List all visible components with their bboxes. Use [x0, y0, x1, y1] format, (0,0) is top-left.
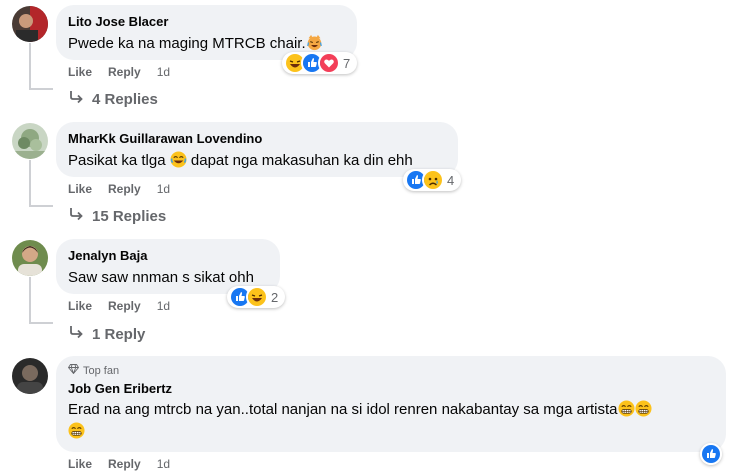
view-replies-link[interactable]: 1 Reply — [69, 325, 145, 343]
timestamp[interactable]: 1d — [157, 182, 170, 196]
replies-count-label: 1 Reply — [92, 325, 146, 343]
comment-bubble: Top fan Job Gen Eribertz Erad na ang mtr… — [56, 356, 726, 452]
view-replies-link[interactable]: 15 Replies — [69, 207, 166, 225]
comment-text: Pwede ka na maging MTRCB chair. — [68, 34, 345, 54]
like-button[interactable]: Like — [68, 299, 92, 313]
reply-arrow-icon — [69, 90, 84, 108]
grimacing-emoji-icon — [617, 400, 635, 417]
reaction-summary[interactable]: 4 — [403, 169, 462, 191]
comment-author[interactable]: MharKk Guillarawan Lovendino — [68, 130, 446, 147]
avatar[interactable] — [12, 6, 48, 42]
top-fan-badge: Top fan — [67, 364, 714, 378]
reply-button[interactable]: Reply — [108, 65, 141, 79]
love-reaction-icon — [318, 52, 340, 74]
thread-line — [29, 277, 31, 323]
grimacing-emoji-icon — [634, 400, 652, 417]
avatar[interactable] — [12, 123, 48, 159]
thread-line — [29, 322, 53, 324]
reply-arrow-icon — [69, 207, 84, 225]
reaction-summary[interactable]: 2 — [227, 286, 286, 308]
comment-author[interactable]: Jenalyn Baja — [68, 247, 268, 264]
reaction-summary[interactable]: 7 — [282, 52, 358, 74]
reaction-count: 2 — [271, 289, 279, 305]
like-button[interactable]: Like — [68, 457, 92, 471]
thread-line — [29, 160, 31, 206]
thread-line — [29, 205, 53, 207]
view-replies-link[interactable]: 4 Replies — [69, 90, 158, 108]
reaction-count: 4 — [447, 172, 455, 188]
avatar[interactable] — [12, 240, 48, 276]
grimacing-emoji-icon — [68, 422, 85, 439]
haha-reaction-icon — [246, 286, 268, 308]
thread-line — [29, 88, 53, 90]
timestamp[interactable]: 1d — [157, 299, 170, 313]
comment-text: Pasikat ka tlga dapat nga makasuhan ka d… — [68, 151, 413, 169]
timestamp[interactable]: 1d — [157, 65, 170, 79]
timestamp[interactable]: 1d — [157, 457, 170, 471]
reaction-count: 7 — [343, 55, 351, 71]
comment-bubble: MharKk Guillarawan Lovendino Pasikat ka … — [56, 122, 458, 177]
top-fan-label: Top fan — [83, 365, 120, 377]
laughing-cat-emoji-icon — [306, 34, 323, 51]
like-button[interactable]: Like — [68, 65, 92, 79]
comment-author[interactable]: Lito Jose Blacer — [68, 13, 345, 30]
like-reaction-icon — [700, 443, 722, 465]
comment-text-line2 — [68, 422, 714, 442]
reply-button[interactable]: Reply — [108, 299, 141, 313]
comment-actions: Like Reply 1d — [68, 65, 170, 79]
sad-reaction-icon — [422, 169, 444, 191]
avatar[interactable] — [12, 358, 48, 394]
replies-count-label: 15 Replies — [92, 207, 167, 225]
replies-count-label: 4 Replies — [92, 90, 158, 108]
comment-author[interactable]: Job Gen Eribertz — [68, 380, 714, 397]
comment-actions: Like Reply 1d — [68, 457, 170, 471]
reaction-summary[interactable] — [700, 443, 722, 465]
comment-text: Erad na ang mtrcb na yan..total nanjan n… — [68, 400, 714, 420]
reply-button[interactable]: Reply — [108, 182, 141, 196]
reply-arrow-icon — [69, 325, 84, 343]
like-button[interactable]: Like — [68, 182, 92, 196]
comment-text: Saw saw nnman s sikat ohh — [68, 269, 254, 286]
laughing-emoji-icon — [170, 151, 187, 168]
comment-actions: Like Reply 1d — [68, 299, 170, 313]
reply-button[interactable]: Reply — [108, 457, 141, 471]
diamond-icon — [67, 364, 80, 378]
comment-actions: Like Reply 1d — [68, 182, 170, 196]
thread-line — [29, 43, 31, 89]
